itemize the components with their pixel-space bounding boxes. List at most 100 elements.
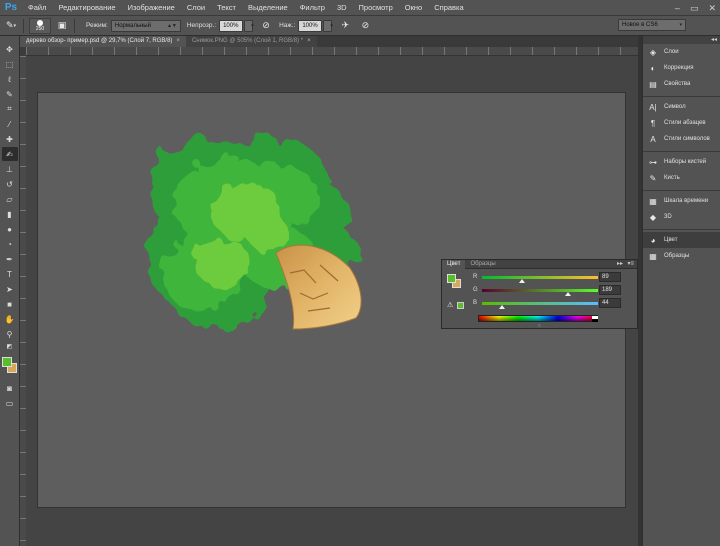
minimize-button[interactable]: –	[675, 3, 680, 13]
quick-select-tool-icon[interactable]: ✎	[2, 87, 18, 101]
mode-dropdown[interactable]: Нормальный ▲▼	[110, 19, 181, 32]
menu-item-2[interactable]: Изображение	[122, 0, 181, 16]
red-channel-input[interactable]: 89	[599, 272, 621, 282]
clone-stamp-tool-icon[interactable]: ⊥	[2, 162, 18, 176]
path-select-tool-icon[interactable]: ➤	[2, 282, 18, 296]
menu-item-10[interactable]: Справка	[428, 0, 469, 16]
collapse-dock-icon[interactable]: ◂◂	[711, 36, 717, 44]
move-tool-icon[interactable]: ✥	[2, 42, 18, 56]
dock-item-brush-presets[interactable]: ⊶ Наборы кистей	[643, 154, 720, 170]
tab-document-2[interactable]: Снимок.PNG @ 505% (Слой 1, RGB/8) * ×	[185, 36, 317, 47]
eyedropper-tool-icon[interactable]: ⁄	[2, 117, 18, 131]
dock-item-label: Стили символов	[664, 136, 710, 142]
menu-item-7[interactable]: 3D	[331, 0, 353, 16]
crop-tool-icon[interactable]: ⌗	[2, 102, 18, 116]
panel-menu-icon[interactable]: ▾≡	[627, 260, 634, 269]
3d-icon: ◆	[649, 212, 657, 222]
dock-item-label: Символ	[664, 104, 686, 110]
opacity-input[interactable]: 100%	[219, 19, 244, 32]
pen-tool-icon[interactable]: ✒	[2, 252, 18, 266]
airbrush-icon[interactable]: ✈	[338, 19, 352, 33]
dock-item-layers[interactable]: ◈ Слои	[643, 44, 720, 60]
marquee-tool-icon[interactable]: ⬚	[2, 57, 18, 71]
separator	[74, 18, 75, 33]
blue-channel-input[interactable]: 44	[599, 298, 621, 308]
dock-item-paragraph-styles[interactable]: ¶ Стили абзацев	[643, 115, 720, 131]
tab-color[interactable]: Цвет	[442, 259, 466, 269]
panel-dock: ◂◂ ◈ Слои ◐ Коррекция ▤ Свойства A| Символ ¶ Стил…	[642, 36, 720, 546]
default-colors-icon[interactable]: ◩	[2, 342, 18, 350]
brush-panel-toggle-icon[interactable]: ▣	[55, 19, 69, 33]
horizontal-ruler[interactable]	[26, 47, 638, 56]
close-icon[interactable]: ×	[176, 36, 180, 47]
dodge-tool-icon[interactable]: ◔	[2, 237, 18, 251]
menu-item-0[interactable]: Файл	[22, 0, 52, 16]
history-brush-tool-icon[interactable]: ↺	[2, 177, 18, 191]
restore-button[interactable]: ▭	[690, 3, 699, 14]
green-slider-thumb[interactable]	[564, 292, 571, 296]
dock-item-label: Образцы	[664, 253, 690, 259]
type-tool-icon[interactable]: T	[2, 267, 18, 281]
lasso-tool-icon[interactable]: ℓ	[2, 72, 18, 86]
menu-item-1[interactable]: Редактирование	[52, 0, 121, 16]
chevron-down-icon: ▾	[330, 22, 333, 29]
menu-item-6[interactable]: Фильтр	[294, 0, 331, 16]
shape-tool-icon[interactable]: ■	[2, 297, 18, 311]
menu-item-9[interactable]: Окно	[399, 0, 428, 16]
dock-item-3d[interactable]: ◆ 3D	[643, 209, 720, 225]
menu-list: Файл Редактирование Изображение Слои Текст Вы…	[22, 0, 470, 16]
tab-document-1[interactable]: дерево обзор- пример.psd @ 29,7% (Слой 7…	[20, 36, 186, 47]
blur-tool-icon[interactable]: ●	[2, 222, 18, 236]
dock-item-properties[interactable]: ▤ Свойства	[643, 76, 720, 92]
dock-item-color[interactable]: ◕ Цвет	[643, 232, 720, 248]
brush-tool-icon[interactable]: ✍	[1, 147, 18, 161]
red-slider-thumb[interactable]	[519, 279, 526, 283]
paragraph-styles-icon: ¶	[650, 118, 656, 128]
pressure-dropdown[interactable]: ▾	[323, 19, 333, 32]
color-spectrum-ramp[interactable]	[478, 315, 598, 322]
black-color-chip[interactable]	[592, 319, 598, 322]
workspace-dropdown[interactable]: Новое в CS6 ▾	[618, 19, 686, 31]
green-channel-slider[interactable]	[482, 289, 598, 292]
red-channel-label: R	[473, 274, 478, 280]
gradient-tool-icon[interactable]: ▮	[2, 207, 18, 221]
dock-item-swatches[interactable]: ▦ Образцы	[643, 248, 720, 264]
document-tab-bar: дерево обзор- пример.psd @ 29,7% (Слой 7…	[20, 36, 638, 47]
foreground-color-swatch[interactable]	[1, 357, 12, 367]
close-icon[interactable]: ×	[307, 36, 311, 47]
panel-resize-handle[interactable]: ≡	[442, 324, 637, 329]
pressure-size-icon[interactable]: ⊘	[358, 19, 372, 33]
panel-foreground-color-swatch[interactable]	[447, 274, 456, 283]
menu-item-4[interactable]: Текст	[211, 0, 242, 16]
brush-tool-preset-icon[interactable]: ✎ ▾	[4, 19, 18, 33]
out-of-gamut-warning-icon[interactable]: ⚠	[447, 301, 453, 309]
red-channel-slider[interactable]	[482, 276, 598, 279]
green-channel-input[interactable]: 189	[599, 285, 621, 295]
pressure-input[interactable]: 100%	[298, 19, 323, 32]
pressure-opacity-icon[interactable]: ⊘	[259, 19, 273, 33]
eraser-tool-icon[interactable]: ▱	[2, 192, 18, 206]
menu-item-5[interactable]: Выделение	[242, 0, 294, 16]
dock-item-character-styles[interactable]: A Стили символов	[643, 131, 720, 147]
dock-item-character[interactable]: A| Символ	[643, 99, 720, 115]
tab-swatches[interactable]: Образцы	[465, 260, 500, 269]
screen-mode-icon[interactable]: ▭	[2, 396, 18, 410]
dock-item-label: Наборы кистей	[664, 159, 707, 165]
healing-brush-tool-icon[interactable]: ✚	[2, 132, 18, 146]
menu-item-8[interactable]: Просмотр	[353, 0, 399, 16]
menu-item-3[interactable]: Слои	[181, 0, 211, 16]
brush-preset-picker[interactable]: 250	[29, 17, 51, 34]
hand-tool-icon[interactable]: ✋	[2, 312, 18, 326]
dock-item-adjustments[interactable]: ◐ Коррекция	[643, 60, 720, 76]
opacity-dropdown[interactable]: ▾	[244, 19, 254, 32]
mode-value: Нормальный	[114, 22, 151, 29]
close-window-button[interactable]: ✕	[708, 3, 716, 14]
options-bar: ✎ ▾ 250 ▣ Режим: Нормальный ▲▼ Непрозр.: 1…	[0, 16, 720, 36]
quick-mask-icon[interactable]: ◙	[2, 381, 18, 395]
dock-item-brush[interactable]: ✎ Кисть	[643, 170, 720, 186]
zoom-tool-icon[interactable]: ⚲	[2, 327, 18, 341]
web-safe-color-swatch[interactable]	[457, 302, 464, 309]
dock-item-timeline[interactable]: ▦ Шкала времени	[643, 193, 720, 209]
collapse-panel-icon[interactable]: ▸▸	[617, 260, 623, 269]
blue-slider-thumb[interactable]	[499, 305, 506, 309]
